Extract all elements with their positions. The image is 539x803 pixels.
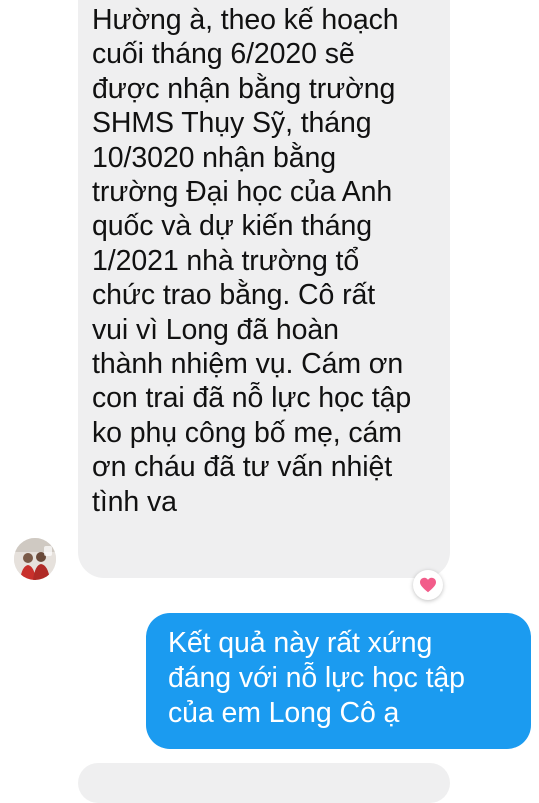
message-line: con trai đã nỗ lực học tập [92,382,412,415]
incoming-message-bubble[interactable]: Hường à, theo kế hoạch cuối tháng 6/2020… [78,0,450,578]
message-line: quốc và dự kiến tháng [92,210,373,243]
outgoing-message-bubble[interactable]: Kết quả này rất xứng đáng với nỗ lực học… [146,613,531,749]
message-line: Kết quả này rất xứng [168,627,433,659]
message-line: ko phụ công bố mẹ, cám [92,416,402,449]
message-line: SHMS Thụy Sỹ, tháng [92,107,372,140]
message-line: cuối tháng 6/2020 sẽ [92,38,355,71]
message-line: thành nhiệm vụ. Cám ơn [92,348,404,381]
message-line: tình va [92,485,177,518]
message-line: 10/3020 nhận bằng [92,141,336,174]
contact-avatar[interactable] [14,538,56,580]
message-line: chức trao bằng. Cô rất [92,279,376,312]
message-line: Hường à, theo kế hoạch [92,4,399,36]
avatar-image [14,538,56,580]
message-line: đáng với nỗ lực học tập [168,662,465,694]
message-line: của em Long Cô ạ [168,697,400,729]
message-line: được nhận bằng trường [92,72,396,105]
message-line: 1/2021 nhà trường tổ [92,244,360,277]
message-line: trường Đại học của Anh [92,176,393,209]
message-line: ơn cháu đã tư vấn nhiệt [92,451,393,484]
heart-icon [420,577,436,593]
chat-thread: Hường à, theo kế hoạch cuối tháng 6/2020… [0,0,539,803]
message-line: vui vì Long đã hoàn [92,313,339,346]
next-incoming-message-bubble[interactable] [78,763,450,803]
heart-reaction[interactable] [413,570,443,600]
